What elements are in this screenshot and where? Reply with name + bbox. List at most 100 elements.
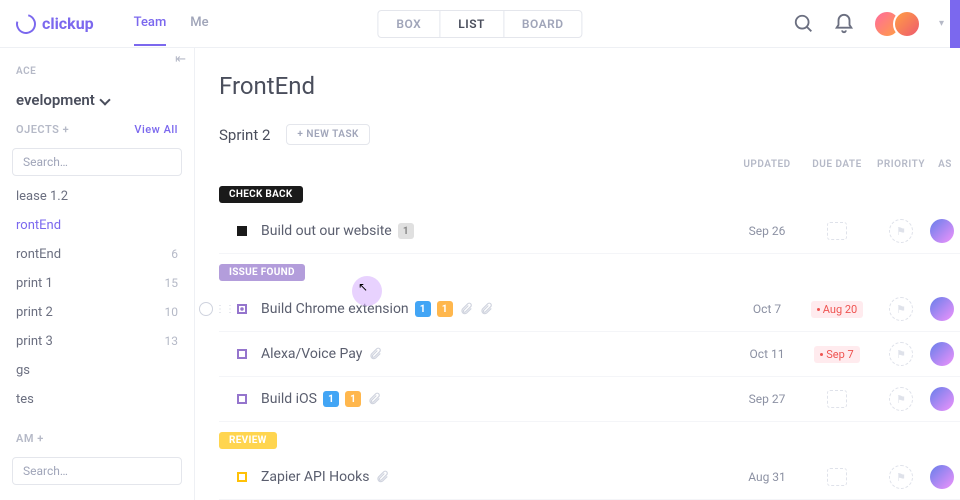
task-row[interactable]: Zapier API Hooks Aug 31 ⚑ — [219, 455, 960, 500]
status-badge[interactable]: CHECK BACK — [219, 186, 303, 203]
tag: 1 — [345, 391, 361, 407]
sidebar-item[interactable]: print 313 — [0, 327, 194, 356]
flag-icon: ⚑ — [889, 387, 913, 411]
col-due: DUE DATE — [802, 159, 872, 170]
due-date[interactable]: Aug 20 — [811, 301, 863, 318]
col-updated: UPDATED — [732, 159, 802, 170]
projects-header: OJECTS + View All — [0, 117, 194, 142]
attachment-icon — [367, 392, 381, 406]
status-badge[interactable]: REVIEW — [219, 432, 277, 449]
col-priority: PRIORITY — [872, 159, 930, 170]
plus-icon[interactable]: + — [63, 123, 70, 136]
sidebar-item[interactable]: print 210 — [0, 298, 194, 327]
due-cell: Sep 7 — [802, 345, 872, 363]
task-row[interactable]: Alexa/Voice Pay Oct 11 Sep 7 ⚑ — [219, 332, 960, 377]
task-name: Build out our website 1 — [261, 223, 732, 239]
due-cell — [802, 468, 872, 486]
plus-icon[interactable]: + — [37, 432, 44, 445]
assignee-cell[interactable] — [930, 342, 960, 366]
due-cell: Aug 20 — [802, 300, 872, 318]
priority-cell[interactable]: ⚑ — [872, 297, 930, 321]
status-checkbox[interactable] — [237, 472, 247, 482]
due-date[interactable]: Sep 7 — [814, 346, 859, 363]
flag-icon: ⚑ — [889, 465, 913, 489]
assignee-cell[interactable] — [930, 219, 960, 243]
collapse-icon[interactable]: ⇤ — [175, 52, 186, 67]
sidebar-item[interactable]: print 115 — [0, 269, 194, 298]
view-list[interactable]: LIST — [439, 11, 503, 37]
attachment-icon — [459, 302, 473, 316]
team-search[interactable]: Search… — [12, 457, 182, 485]
status-checkbox[interactable] — [237, 394, 247, 404]
updated-date: Aug 31 — [732, 470, 802, 484]
header-actions: ▾ — [793, 10, 944, 38]
task-name: Build iOS 1 1 — [261, 391, 732, 407]
updated-date: Sep 27 — [732, 392, 802, 406]
new-task-button[interactable]: + NEW TASK — [286, 124, 370, 145]
select-checkbox[interactable] — [199, 302, 213, 316]
tab-team[interactable]: Team — [134, 1, 167, 46]
updated-date: Sep 26 — [732, 224, 802, 238]
sprint-name: Sprint 2 — [219, 126, 270, 144]
task-name: Zapier API Hooks — [261, 469, 732, 485]
sprint-header: Sprint 2 + NEW TASK — [219, 124, 960, 145]
view-all-link[interactable]: View All — [134, 123, 178, 136]
logo-text: clickup — [42, 14, 94, 33]
space-label: ACE — [0, 60, 194, 83]
avatar — [930, 297, 954, 321]
space-name[interactable]: evelopment — [0, 83, 194, 117]
status-checkbox[interactable] — [237, 226, 247, 236]
attachment-icon — [368, 347, 382, 361]
task-name: Alexa/Voice Pay — [261, 346, 732, 362]
view-box[interactable]: BOX — [378, 11, 439, 37]
assignee-cell[interactable] — [930, 387, 960, 411]
priority-cell[interactable]: ⚑ — [872, 219, 930, 243]
view-board[interactable]: BOARD — [503, 11, 582, 37]
assignee-cell[interactable] — [930, 297, 960, 321]
tab-me[interactable]: Me — [190, 1, 208, 46]
user-avatars[interactable] — [873, 10, 921, 38]
sidebar-item[interactable]: gs — [0, 356, 194, 385]
flag-icon: ⚑ — [889, 297, 913, 321]
logo[interactable]: clickup — [16, 14, 94, 34]
search-icon[interactable] — [793, 13, 815, 35]
assignee-cell[interactable] — [930, 465, 960, 489]
flag-icon: ⚑ — [889, 219, 913, 243]
sidebar: ⇤ ACE evelopment OJECTS + View All Searc… — [0, 48, 195, 500]
tag: 1 — [437, 301, 453, 317]
sidebar-item[interactable]: rontEnd6 — [0, 240, 194, 269]
calendar-icon[interactable] — [827, 222, 847, 240]
col-assign: AS — [930, 159, 960, 170]
avatar — [930, 387, 954, 411]
status-checkbox[interactable] — [237, 349, 247, 359]
tag: 1 — [323, 391, 339, 407]
chevron-down-icon[interactable]: ▾ — [939, 18, 944, 29]
status-checkbox[interactable] — [237, 304, 247, 314]
flag-icon: ⚑ — [889, 342, 913, 366]
task-name: Build Chrome extension 1 1 — [261, 301, 732, 317]
team-header: AM + — [0, 426, 194, 451]
sidebar-item[interactable]: tes — [0, 385, 194, 414]
drag-icon[interactable]: ⋮⋮ — [215, 304, 235, 315]
tag: 1 — [415, 301, 431, 317]
sidebar-item[interactable]: rontEnd — [0, 211, 194, 240]
task-row[interactable]: Build iOS 1 1 Sep 27 ⚑ — [219, 377, 960, 422]
sidebar-item[interactable]: lease 1.2 — [0, 182, 194, 211]
project-search[interactable]: Search… — [12, 148, 182, 176]
priority-cell[interactable]: ⚑ — [872, 465, 930, 489]
view-switcher: BOX LIST BOARD — [377, 10, 582, 38]
priority-cell[interactable]: ⚑ — [872, 342, 930, 366]
priority-cell[interactable]: ⚑ — [872, 387, 930, 411]
task-row[interactable]: Build out our website 1 Sep 26 ⚑ — [219, 209, 960, 254]
calendar-icon[interactable] — [827, 390, 847, 408]
task-row[interactable]: ⋮⋮ Build Chrome extension 1 1 Oct 7 Aug … — [219, 287, 960, 332]
calendar-icon[interactable] — [827, 468, 847, 486]
attachment-icon — [375, 470, 389, 484]
status-badge[interactable]: ISSUE FOUND — [219, 264, 305, 281]
bell-icon[interactable] — [833, 13, 855, 35]
due-cell — [802, 390, 872, 408]
avatar — [930, 342, 954, 366]
accent-bar — [950, 0, 960, 48]
updated-date: Oct 7 — [732, 302, 802, 316]
main-content: FrontEnd Sprint 2 + NEW TASK UPDATED DUE… — [195, 48, 960, 500]
